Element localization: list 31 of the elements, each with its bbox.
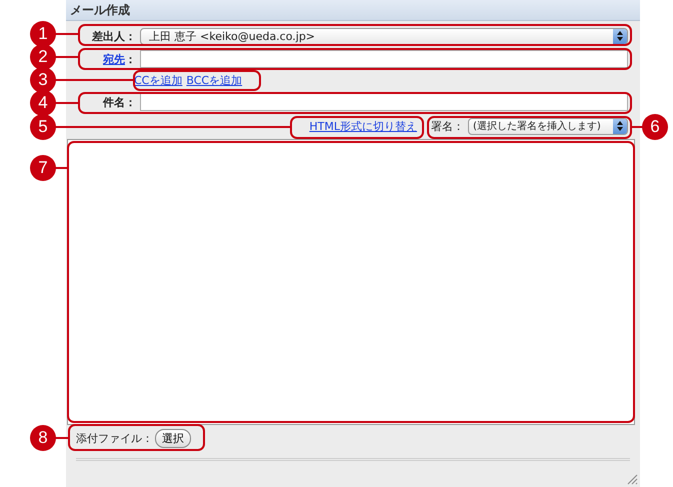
leader-line [55,102,78,104]
recipient-field[interactable] [140,50,628,68]
callout-number: 1 [30,21,56,47]
subject-field[interactable] [140,93,628,111]
window-title: メール作成 [70,2,130,18]
callout-number: 2 [30,44,56,70]
html-switch-link[interactable]: HTML形式に切り替え [309,118,417,134]
callout-number: 6 [642,114,668,140]
leader-line [55,33,78,35]
attachment-label: 添付ファイル： [76,431,153,446]
recipient-link[interactable]: 宛先 [103,52,125,66]
leader-line [55,167,67,169]
signature-select[interactable]: (選択した署名を挿入します) [468,118,628,134]
sender-select[interactable]: 上田 恵子 <keiko@ueda.co.jp> [140,28,628,44]
resize-grip-icon[interactable] [626,473,638,485]
callout-number: 7 [30,155,56,181]
leader-line [55,56,78,58]
colon: ： [125,52,136,66]
signature-label: 署名： [431,118,464,134]
callout-number: 8 [30,425,56,451]
dropdown-arrows-icon [613,118,627,134]
select-file-button[interactable]: 選択 [155,429,191,448]
add-cc-link[interactable]: CCを追加 [134,72,182,88]
callout-number: 5 [30,114,56,140]
callout-number: 3 [30,67,56,93]
dropdown-arrows-icon [613,28,627,44]
from-label: 差出人： [92,28,136,44]
leader-line [55,437,68,439]
subject-label: 件名： [103,94,136,110]
callout-number: 4 [30,90,56,116]
add-bcc-link[interactable]: BCCを追加 [186,72,242,88]
